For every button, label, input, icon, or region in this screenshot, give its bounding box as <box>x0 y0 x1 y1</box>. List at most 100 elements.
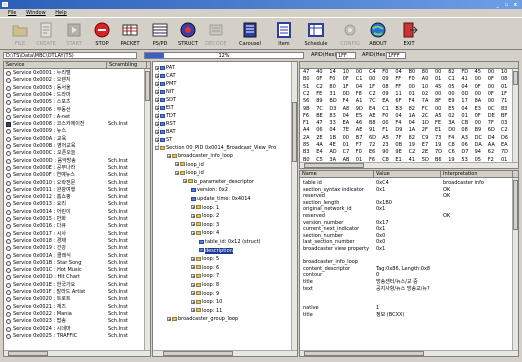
field-row[interactable]: section_syntax indicator 0x1 OK <box>300 187 513 193</box>
about-button[interactable]: ABOUT <box>364 21 392 49</box>
hex-byte[interactable]: D6 <box>501 135 512 142</box>
service-row[interactable]: Service 0x000A : 교육 <box>4 136 144 143</box>
tree-node[interactable]: + loop: 4 <box>191 230 219 237</box>
hex-byte[interactable]: 47 <box>316 120 327 127</box>
hex-byte[interactable]: D4 <box>488 135 499 142</box>
pid-input-1[interactable]: 1FF <box>336 52 356 59</box>
hex-byte[interactable]: 04 <box>461 106 472 113</box>
hex-byte[interactable]: EA <box>501 142 512 149</box>
hex-byte[interactable]: 00 <box>475 91 486 98</box>
file-path-field[interactable]: D:\TS\Data\MBC\OTLAY(TS) <box>3 52 137 59</box>
hex-byte[interactable]: 09 <box>382 91 393 98</box>
hex-byte[interactable]: AE <box>356 127 367 134</box>
hex-byte[interactable]: A0 <box>422 76 433 83</box>
tree-node[interactable]: description <box>199 247 233 255</box>
hex-byte[interactable]: 90 <box>382 149 393 156</box>
hex-byte[interactable]: 00 <box>488 98 499 105</box>
tree-section-node[interactable]: - Section 00_PID 0x0014_Broadcast_View_Pr… <box>155 145 276 152</box>
hex-byte[interactable]: AE <box>369 113 380 120</box>
packet-button[interactable]: PACKET <box>116 21 144 49</box>
hex-byte[interactable]: B9 <box>475 127 486 134</box>
hex-byte[interactable]: C1 <box>356 76 367 83</box>
hex-byte[interactable]: BD <box>329 98 340 105</box>
hex-byte[interactable]: C8 <box>448 142 459 149</box>
hex-byte[interactable]: BF <box>501 113 512 120</box>
hex-byte[interactable]: FE <box>316 91 327 98</box>
field-row[interactable]: text 공지사항/뉴스 방송교/뉴? <box>300 286 513 292</box>
hex-byte[interactable]: 0F <box>475 84 486 91</box>
hex-dump-view[interactable]: 47 40 14 10 00 C4 F0 04 B0 80 00 82 FD 45 00 10 B0 0F F0 0F… <box>299 61 519 169</box>
tree-node[interactable]: + loop: 1 <box>191 205 219 212</box>
hex-byte[interactable]: 00 <box>488 69 499 76</box>
hex-byte[interactable]: E3 <box>475 106 486 113</box>
field-row[interactable]: section_number 0x0 <box>300 233 513 239</box>
hex-byte[interactable]: 01 <box>461 113 472 120</box>
hex-byte[interactable]: 41 <box>461 76 472 83</box>
hex-byte[interactable]: 2A <box>303 135 314 142</box>
schedule-button[interactable]: Schedule <box>302 21 330 49</box>
hex-byte[interactable]: C7 <box>343 149 354 156</box>
hex-byte[interactable]: DA <box>475 142 486 149</box>
hex-byte[interactable]: 31 <box>329 91 340 98</box>
service-row[interactable]: Service 0x0025 : TRAFFIC Sch.Inst <box>4 333 144 340</box>
hex-byte[interactable]: C1 <box>382 106 393 113</box>
field-row[interactable] <box>300 299 513 305</box>
hex-byte[interactable]: 82 <box>409 106 420 113</box>
service-row[interactable]: Service 0x0006 : 부동산 <box>4 107 144 114</box>
hex-byte[interactable]: 06 <box>461 142 472 149</box>
hex-byte[interactable]: FF <box>395 76 406 83</box>
field-vscrollbar[interactable] <box>512 178 518 350</box>
hex-byte[interactable]: 91 <box>369 127 380 134</box>
hex-byte[interactable]: 00 <box>475 120 486 127</box>
hex-byte[interactable]: E6 <box>369 149 380 156</box>
hex-byte[interactable]: 00 <box>382 120 393 127</box>
tree-node[interactable]: version: 0x2 <box>191 187 228 194</box>
hex-byte[interactable]: A5 <box>435 113 446 120</box>
hex-byte[interactable]: FC <box>422 106 433 113</box>
hex-byte[interactable]: F6 <box>303 113 314 120</box>
hex-byte[interactable]: 51 <box>303 84 314 91</box>
field-row[interactable]: last_section_number 0x0 <box>300 239 513 245</box>
hex-byte[interactable]: 08 <box>382 84 393 91</box>
hex-byte[interactable]: 01 <box>501 84 512 91</box>
tree-node[interactable]: + loop: 6 <box>191 265 219 272</box>
hex-byte[interactable]: 06 <box>316 127 327 134</box>
tree-node[interactable]: + loop: 11 <box>191 308 222 315</box>
hex-byte[interactable]: 0F <box>316 76 327 83</box>
hex-byte[interactable]: C4 <box>369 69 380 76</box>
hex-byte[interactable]: F0 <box>356 149 367 156</box>
hex-byte[interactable]: C2 <box>369 91 380 98</box>
hex-byte[interactable]: 09 <box>382 76 393 83</box>
hex-byte[interactable]: 82 <box>448 69 459 76</box>
hex-byte[interactable]: B8 <box>369 120 380 127</box>
tree-node[interactable]: table_id: 0x12 (struct) <box>199 239 261 246</box>
service-row[interactable]: Service 0x0014 : 어린이 Sch.Inst <box>4 209 144 216</box>
hex-byte[interactable]: 1F <box>369 84 380 91</box>
start-button[interactable]: START <box>60 21 88 49</box>
hex-byte[interactable]: 08 <box>501 76 512 83</box>
hex-byte[interactable]: 17 <box>461 98 472 105</box>
hex-byte[interactable]: 40 <box>316 69 327 76</box>
hex-byte[interactable]: C2 <box>409 149 420 156</box>
hex-byte[interactable]: 03 <box>501 120 512 127</box>
hex-byte[interactable]: F4 <box>343 98 354 105</box>
hex-byte[interactable]: 0F <box>343 76 354 83</box>
hex-byte[interactable]: 00 <box>409 84 420 91</box>
hex-byte[interactable]: F4 <box>409 98 420 105</box>
hex-byte[interactable]: 05 <box>448 84 459 91</box>
service-list-hscrollbar[interactable] <box>4 350 150 356</box>
hex-byte[interactable]: EA <box>343 120 354 127</box>
hex-byte[interactable]: 01 <box>343 142 354 149</box>
hex-byte[interactable]: 04 <box>329 127 340 134</box>
field-row[interactable]: broadcaster view property 0x1 <box>300 246 513 252</box>
service-row[interactable]: Service 0x0010 : 오락전문 Sch.Inst <box>4 180 144 187</box>
hex-byte[interactable]: D0 <box>448 127 459 134</box>
field-row[interactable]: section_length 0x1B0 <box>300 200 513 206</box>
table-tree[interactable]: + PAT + CAT + PMT + NIT + SDT + EIT + TDT + RST + BAT + ST -… <box>152 61 298 357</box>
tree-node[interactable]: + loop: 8 <box>191 282 219 289</box>
hex-byte[interactable]: A5 <box>382 135 393 142</box>
hex-byte[interactable]: F4 <box>448 135 459 142</box>
hex-byte[interactable]: D7 <box>461 149 472 156</box>
tree-node[interactable]: + b_parameter_descriptor <box>183 179 254 186</box>
service-list[interactable]: Service Scrambling Service 0x0001 : 누리텔 S… <box>3 61 151 357</box>
